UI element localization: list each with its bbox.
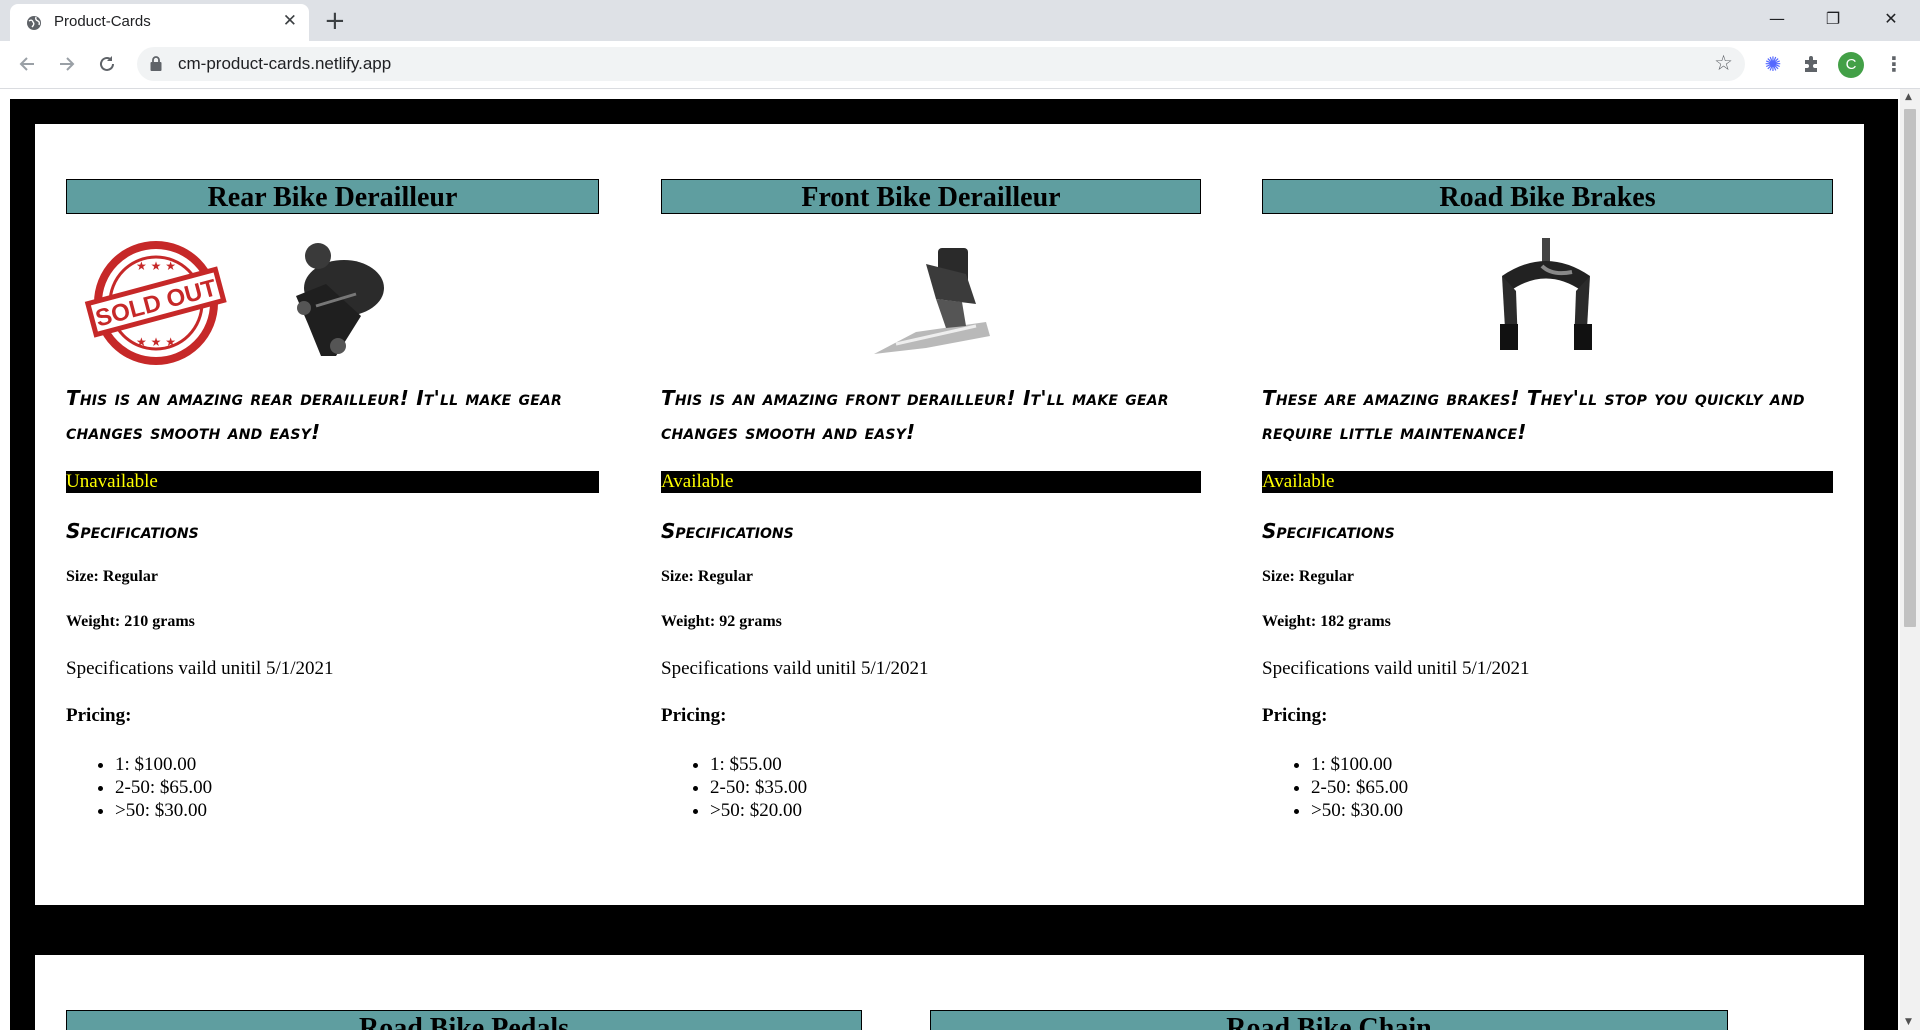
spec-validity: Specifications vaild unitil 5/1/2021 xyxy=(1262,658,1530,679)
product-title: Road Bike Pedals xyxy=(66,1010,862,1030)
spec-size: Size: Regular xyxy=(66,568,158,585)
price-tier: 2-50: $65.00 xyxy=(115,776,599,799)
tab-strip: Product-Cards ✕ + — ❐ ✕ xyxy=(0,0,1920,41)
page-viewport: Rear Bike Derailleur SOLD OUT ★ ★ ★ ★ ★ … xyxy=(0,89,1920,1030)
globe-icon xyxy=(27,16,41,30)
arrow-right-icon xyxy=(60,57,75,71)
spec-validity: Specifications vaild unitil 5/1/2021 xyxy=(66,658,334,679)
front-derailleur-image xyxy=(874,248,990,354)
price-tier: >50: $20.00 xyxy=(710,799,1201,822)
card-row: Rear Bike Derailleur SOLD OUT ★ ★ ★ ★ ★ … xyxy=(35,124,1864,905)
price-tier: 1: $55.00 xyxy=(710,753,1201,776)
browser-tab[interactable]: Product-Cards ✕ xyxy=(10,4,309,41)
product-description: These are amazing brakes! They'll stop y… xyxy=(1262,386,1805,444)
price-tier: 1: $100.00 xyxy=(1311,753,1833,776)
vertical-scrollbar[interactable]: ▲ ▼ xyxy=(1900,89,1920,1030)
product-title: Rear Bike Derailleur xyxy=(66,179,599,214)
minimize-button[interactable]: — xyxy=(1752,0,1802,41)
scrollbar-thumb[interactable] xyxy=(1904,109,1916,627)
scroll-up-icon[interactable]: ▲ xyxy=(1905,92,1912,102)
availability-status: Available xyxy=(661,471,1201,493)
browser-toolbar: cm-product-cards.netlify.app ☆ ✺ C ⋮ xyxy=(0,41,1920,89)
spec-validity: Specifications vaild unitil 5/1/2021 xyxy=(661,658,929,679)
page-body: Rear Bike Derailleur SOLD OUT ★ ★ ★ ★ ★ … xyxy=(10,99,1898,1030)
road-brakes-image xyxy=(1500,238,1592,350)
price-tier: 1: $100.00 xyxy=(115,753,599,776)
reload-icon xyxy=(100,56,114,71)
pricing-label: Pricing: xyxy=(1262,705,1328,726)
specifications-heading: Specifications xyxy=(66,519,199,543)
price-tier: >50: $30.00 xyxy=(115,799,599,822)
tab-close-icon[interactable]: ✕ xyxy=(283,11,297,31)
product-card: Road Bike Pedals xyxy=(66,1010,862,1030)
product-card: Road Bike Chain xyxy=(930,1010,1728,1030)
price-list: 1: $100.00 2-50: $65.00 >50: $30.00 xyxy=(66,753,599,822)
product-description: This is an amazing rear derailleur! It'l… xyxy=(66,386,563,444)
price-tier: >50: $30.00 xyxy=(1311,799,1833,822)
product-description: This is an amazing front derailleur! It'… xyxy=(661,386,1169,444)
pricing-label: Pricing: xyxy=(66,705,132,726)
reload-button[interactable] xyxy=(90,47,124,81)
rear-derailleur-image xyxy=(296,243,384,356)
url-text: cm-product-cards.netlify.app xyxy=(178,54,392,73)
svg-text:★ ★ ★: ★ ★ ★ xyxy=(136,259,176,273)
price-list: 1: $55.00 2-50: $35.00 >50: $20.00 xyxy=(661,753,1201,822)
sold-out-stamp-icon: SOLD OUT ★ ★ ★ ★ ★ ★ xyxy=(84,241,227,365)
product-title: Road Bike Chain xyxy=(930,1010,1728,1030)
specifications-heading: Specifications xyxy=(1262,519,1395,543)
price-list: 1: $100.00 2-50: $65.00 >50: $30.00 xyxy=(1262,753,1833,822)
spec-size: Size: Regular xyxy=(1262,568,1354,585)
availability-status: Unavailable xyxy=(66,471,599,493)
restore-button[interactable]: ❐ xyxy=(1808,0,1858,41)
product-card: Rear Bike Derailleur SOLD OUT ★ ★ ★ ★ ★ … xyxy=(66,179,599,822)
price-tier: 2-50: $65.00 xyxy=(1311,776,1833,799)
specifications-heading: Specifications xyxy=(661,519,794,543)
product-card: Road Bike Brakes These are amazing brake… xyxy=(1262,179,1833,822)
spec-weight: Weight: 92 grams xyxy=(661,613,782,630)
extension-sparkle-icon[interactable]: ✺ xyxy=(1758,49,1788,79)
product-title: Road Bike Brakes xyxy=(1262,179,1833,214)
product-images xyxy=(661,214,1201,374)
extensions-puzzle-icon[interactable] xyxy=(1797,49,1827,79)
profile-avatar[interactable]: C xyxy=(1838,52,1864,78)
spec-weight: Weight: 182 grams xyxy=(1262,613,1391,630)
tab-title: Product-Cards xyxy=(54,13,151,30)
availability-status: Available xyxy=(1262,471,1833,493)
product-images xyxy=(1262,214,1833,374)
puzzle-icon xyxy=(1805,56,1817,72)
card-row: Road Bike Pedals Road Bike Chain xyxy=(35,955,1864,1030)
lock-icon xyxy=(150,56,162,71)
menu-kebab-icon[interactable]: ⋮ xyxy=(1879,49,1909,79)
svg-text:★ ★ ★: ★ ★ ★ xyxy=(136,335,176,349)
back-button[interactable] xyxy=(10,47,44,81)
price-tier: 2-50: $35.00 xyxy=(710,776,1201,799)
new-tab-button[interactable]: + xyxy=(324,4,346,38)
address-bar[interactable]: cm-product-cards.netlify.app ☆ xyxy=(137,47,1745,81)
scroll-down-icon[interactable]: ▼ xyxy=(1905,1017,1912,1027)
close-window-button[interactable]: ✕ xyxy=(1866,0,1916,41)
product-title: Front Bike Derailleur xyxy=(661,179,1201,214)
pricing-label: Pricing: xyxy=(661,705,727,726)
product-images: SOLD OUT ★ ★ ★ ★ ★ ★ xyxy=(66,214,599,374)
bookmark-star-icon[interactable]: ☆ xyxy=(1714,51,1733,75)
spec-size: Size: Regular xyxy=(661,568,753,585)
product-card: Front Bike Derailleur This is an amazing… xyxy=(661,179,1201,822)
spec-weight: Weight: 210 grams xyxy=(66,613,195,630)
forward-button[interactable] xyxy=(50,47,84,81)
arrow-left-icon xyxy=(19,57,34,71)
